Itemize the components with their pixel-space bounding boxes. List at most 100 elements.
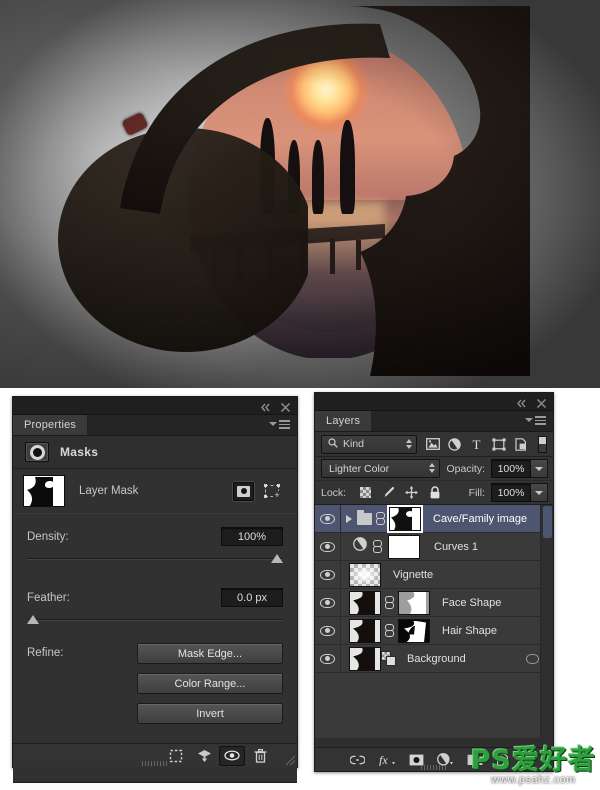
properties-body: Layer Mask + Density: 100% Feather: 0.0 …: [13, 469, 297, 783]
density-control: Density: 100%: [13, 514, 297, 568]
layer-mask-row[interactable]: Layer Mask +: [13, 469, 297, 513]
lock-transparent-pixels-icon[interactable]: [359, 486, 372, 499]
panel-drag-grip[interactable]: [421, 765, 447, 770]
lock-all-icon[interactable]: [428, 486, 441, 499]
layer-thumbnail[interactable]: [349, 646, 381, 671]
layer-visibility-toggle[interactable]: [315, 561, 341, 588]
layer-mask-thumbnail[interactable]: [398, 618, 430, 643]
lock-position-icon[interactable]: [405, 486, 419, 499]
density-slider-handle[interactable]: [271, 554, 283, 564]
density-slider[interactable]: [27, 554, 283, 566]
filter-adjustment-layers-icon[interactable]: [447, 437, 462, 451]
table-row[interactable]: Background: [315, 645, 553, 673]
collapse-to-icons-icon[interactable]: [260, 400, 271, 412]
table-row[interactable]: Face Shape: [315, 589, 553, 617]
scrollbar-thumb[interactable]: [543, 506, 552, 538]
close-icon[interactable]: [536, 396, 547, 409]
layer-style-fx-icon[interactable]: fx: [378, 753, 396, 766]
layer-name[interactable]: Vignette: [385, 569, 433, 581]
layer-visibility-toggle[interactable]: [315, 533, 341, 560]
layer-thumbnail[interactable]: [349, 590, 381, 615]
chevron-updown-icon[interactable]: [406, 438, 412, 449]
layer-name[interactable]: Hair Shape: [434, 625, 497, 637]
layer-visibility-toggle[interactable]: [315, 645, 341, 672]
eye-icon: [320, 653, 335, 664]
layer-list-scrollbar[interactable]: [540, 505, 553, 738]
chevron-right-icon[interactable]: [346, 514, 352, 523]
chevron-updown-icon[interactable]: [429, 463, 436, 473]
pixel-mask-button[interactable]: [233, 481, 254, 501]
layer-mask-thumbnail[interactable]: [388, 534, 420, 559]
resize-grip-icon[interactable]: [286, 756, 295, 765]
close-icon[interactable]: [280, 400, 291, 413]
apply-mask-icon[interactable]: [191, 746, 217, 766]
feather-value[interactable]: 0.0 px: [221, 588, 283, 607]
site-watermark: PS爱好者 www.psahz.com: [471, 747, 596, 786]
layer-thumbnail[interactable]: [389, 506, 421, 531]
fill-value[interactable]: 100%: [491, 483, 531, 502]
color-range-button[interactable]: Color Range...: [137, 673, 283, 694]
hair-band: [121, 111, 149, 137]
panel-drag-grip[interactable]: [142, 761, 168, 766]
table-row[interactable]: Curves 1: [315, 533, 553, 561]
collapse-to-icons-icon[interactable]: [516, 396, 527, 408]
mask-edge-button[interactable]: Mask Edge...: [137, 643, 283, 664]
watermark-url: www.psahz.com: [491, 774, 576, 786]
delete-mask-icon[interactable]: [247, 746, 273, 766]
fill-dropdown-arrow[interactable]: [531, 483, 548, 502]
opacity-dropdown-arrow[interactable]: [531, 459, 548, 478]
properties-titlebar: [13, 397, 297, 415]
layer-name[interactable]: Face Shape: [434, 597, 501, 609]
layer-visibility-toggle[interactable]: [315, 505, 341, 532]
fill-label: Fill:: [468, 486, 485, 499]
layer-name[interactable]: Curves 1: [426, 541, 478, 553]
density-value[interactable]: 100%: [221, 527, 283, 546]
panel-menu-icon[interactable]: [269, 420, 290, 429]
layer-name[interactable]: Background: [401, 653, 466, 665]
layer-mask-thumbnail[interactable]: [398, 590, 430, 615]
page-title: Masks: [60, 445, 99, 459]
blend-mode-select[interactable]: Lighter Color: [321, 459, 441, 478]
table-row[interactable]: Cave/Family image: [315, 505, 553, 533]
lock-label: Lock:: [321, 486, 347, 499]
tab-layers[interactable]: Layers: [315, 411, 373, 431]
link-icon[interactable]: [376, 511, 385, 526]
tab-properties[interactable]: Properties: [13, 415, 89, 435]
filter-type-layers-icon[interactable]: T: [469, 437, 484, 451]
feather-slider-handle[interactable]: [27, 615, 39, 625]
invert-button[interactable]: Invert: [137, 703, 283, 724]
opacity-value[interactable]: 100%: [491, 459, 531, 478]
filter-kind-select[interactable]: Kind: [321, 434, 417, 454]
link-icon[interactable]: [385, 595, 394, 610]
background-conversion-icon: [381, 651, 397, 666]
properties-panel: Properties Masks Layer Mask + Density: 1…: [12, 396, 298, 783]
lock-image-pixels-icon[interactable]: [382, 486, 395, 499]
link-icon[interactable]: [373, 539, 382, 554]
pier-post: [330, 238, 335, 274]
table-row[interactable]: Vignette: [315, 561, 553, 589]
layer-name[interactable]: Cave/Family image: [425, 513, 527, 525]
opacity-label: Opacity:: [446, 462, 485, 475]
table-row[interactable]: Hair Shape: [315, 617, 553, 645]
panel-menu-icon[interactable]: [525, 416, 546, 425]
filter-pixel-layers-icon[interactable]: [425, 437, 440, 451]
layer-thumbnail[interactable]: [349, 562, 381, 587]
density-label: Density:: [27, 530, 69, 543]
feather-slider[interactable]: [27, 615, 283, 627]
link-icon[interactable]: [385, 623, 394, 638]
layer-thumbnail[interactable]: [349, 618, 381, 643]
layer-visibility-toggle[interactable]: [315, 617, 341, 644]
pixel-mask-icon: [25, 442, 49, 462]
layers-tabstrip: Layers: [315, 411, 553, 432]
layer-mask-thumbnail[interactable]: [23, 475, 65, 507]
link-layers-icon[interactable]: [350, 755, 365, 765]
filter-smart-object-layers-icon[interactable]: [513, 437, 528, 451]
filter-shape-layers-icon[interactable]: [491, 437, 506, 451]
layer-effects-visibility-icon[interactable]: [526, 653, 539, 664]
add-layer-mask-icon[interactable]: [409, 754, 424, 766]
eye-icon: [320, 625, 335, 636]
toggle-mask-visibility-icon[interactable]: [219, 745, 245, 766]
vector-mask-button[interactable]: +: [261, 482, 282, 501]
layer-visibility-toggle[interactable]: [315, 589, 341, 616]
filter-enable-toggle[interactable]: [538, 435, 547, 453]
